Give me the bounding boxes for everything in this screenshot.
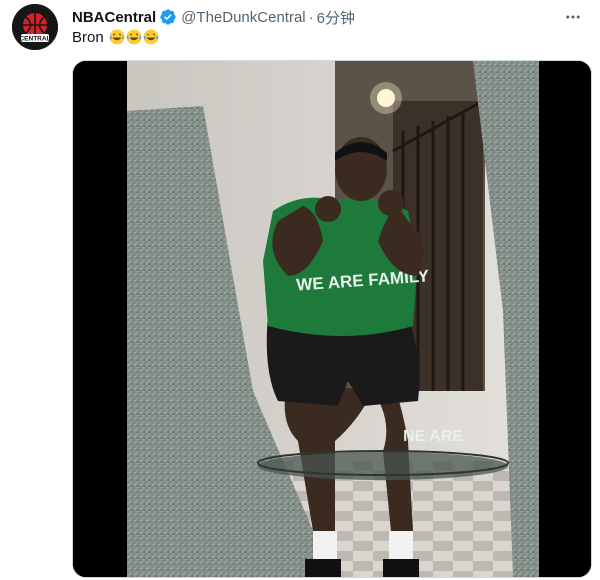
- laughing-emoji-icon: [143, 29, 159, 45]
- user-handle[interactable]: @TheDunkCentral: [181, 9, 305, 26]
- more-horizontal-icon[interactable]: [560, 4, 586, 30]
- avatar-text: CENTRAL: [19, 36, 50, 43]
- display-name[interactable]: NBACentral: [72, 9, 156, 26]
- nba-central-logo: CENTRAL: [12, 4, 58, 50]
- tweet: CENTRAL NBACentral @TheDunkCentral · 6分钟…: [0, 0, 600, 580]
- laughing-emoji-icon: [109, 29, 125, 45]
- tweet-body: Bron: [72, 29, 104, 46]
- video-frame: WE ARE FAMILY NE ARE: [73, 61, 591, 577]
- avatar[interactable]: CENTRAL: [12, 4, 58, 50]
- laughing-emoji-icon: [126, 29, 142, 45]
- reflection-text: NE ARE: [403, 428, 463, 445]
- verified-badge-icon: [159, 8, 177, 26]
- separator: ·: [308, 8, 314, 26]
- tweet-header: NBACentral @TheDunkCentral · 6分钟: [72, 6, 590, 28]
- tweet-text: Bron: [72, 28, 159, 48]
- video-media[interactable]: WE ARE FAMILY NE ARE: [72, 60, 592, 578]
- timestamp[interactable]: 6分钟: [317, 7, 355, 28]
